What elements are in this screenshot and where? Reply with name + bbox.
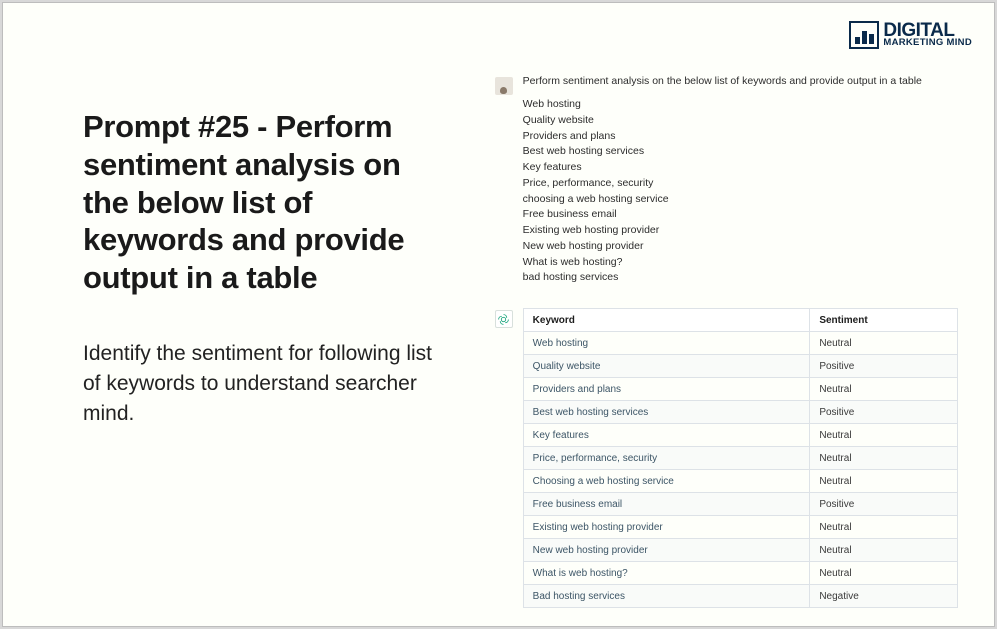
ai-avatar-icon xyxy=(495,310,513,328)
slide-subtitle: Identify the sentiment for following lis… xyxy=(83,339,449,428)
cell-sentiment: Neutral xyxy=(810,562,958,585)
table-body: Web hostingNeutralQuality websitePositiv… xyxy=(523,332,957,608)
table-header-row: Keyword Sentiment xyxy=(523,309,957,332)
table-row: What is web hosting?Neutral xyxy=(523,562,957,585)
table-row: Best web hosting servicesPositive xyxy=(523,401,957,424)
list-item: Free business email xyxy=(523,207,958,223)
cell-keyword: Providers and plans xyxy=(523,378,810,401)
user-message: Perform sentiment analysis on the below … xyxy=(489,71,964,290)
list-item: Web hosting xyxy=(523,97,958,113)
list-item: choosing a web hosting service xyxy=(523,192,958,208)
table-row: Providers and plansNeutral xyxy=(523,378,957,401)
list-item: Existing web hosting provider xyxy=(523,223,958,239)
cell-sentiment: Positive xyxy=(810,493,958,516)
list-item: What is web hosting? xyxy=(523,255,958,271)
cell-sentiment: Negative xyxy=(810,585,958,608)
user-keyword-list: Web hostingQuality websiteProviders and … xyxy=(523,97,958,286)
cell-sentiment: Neutral xyxy=(810,447,958,470)
cell-sentiment: Neutral xyxy=(810,539,958,562)
cell-keyword: Existing web hosting provider xyxy=(523,516,810,539)
table-row: Quality websitePositive xyxy=(523,355,957,378)
cell-keyword: Choosing a web hosting service xyxy=(523,470,810,493)
cell-sentiment: Neutral xyxy=(810,424,958,447)
cell-keyword: Key features xyxy=(523,424,810,447)
cell-keyword: Quality website xyxy=(523,355,810,378)
cell-keyword: Web hosting xyxy=(523,332,810,355)
list-item: Price, performance, security xyxy=(523,176,958,192)
table-row: Price, performance, securityNeutral xyxy=(523,447,957,470)
cell-keyword: What is web hosting? xyxy=(523,562,810,585)
list-item: Best web hosting services xyxy=(523,144,958,160)
cell-sentiment: Neutral xyxy=(810,516,958,539)
ai-message: Keyword Sentiment Web hostingNeutralQual… xyxy=(489,304,964,612)
logo-subtitle: MARKETING MIND xyxy=(883,39,972,47)
table-row: Existing web hosting providerNeutral xyxy=(523,516,957,539)
right-column: Perform sentiment analysis on the below … xyxy=(479,3,994,626)
logo-text: DIGITAL MARKETING MIND xyxy=(883,23,972,47)
left-column: Prompt #25 - Perform sentiment analysis … xyxy=(3,3,479,626)
cell-keyword: New web hosting provider xyxy=(523,539,810,562)
cell-sentiment: Neutral xyxy=(810,332,958,355)
user-avatar-icon xyxy=(495,77,513,95)
cell-sentiment: Positive xyxy=(810,355,958,378)
table-row: Choosing a web hosting serviceNeutral xyxy=(523,470,957,493)
logo-icon xyxy=(849,21,879,49)
slide-container: DIGITAL MARKETING MIND Prompt #25 - Perf… xyxy=(2,2,995,627)
list-item: Key features xyxy=(523,160,958,176)
list-item: Quality website xyxy=(523,113,958,129)
cell-keyword: Best web hosting services xyxy=(523,401,810,424)
cell-keyword: Price, performance, security xyxy=(523,447,810,470)
user-content: Perform sentiment analysis on the below … xyxy=(523,75,958,286)
cell-sentiment: Neutral xyxy=(810,470,958,493)
table-row: Key featuresNeutral xyxy=(523,424,957,447)
cell-keyword: Free business email xyxy=(523,493,810,516)
header-sentiment: Sentiment xyxy=(810,309,958,332)
table-row: New web hosting providerNeutral xyxy=(523,539,957,562)
user-prompt-text: Perform sentiment analysis on the below … xyxy=(523,75,958,87)
slide-title: Prompt #25 - Perform sentiment analysis … xyxy=(83,108,449,297)
cell-sentiment: Positive xyxy=(810,401,958,424)
table-row: Free business emailPositive xyxy=(523,493,957,516)
list-item: New web hosting provider xyxy=(523,239,958,255)
list-item: bad hosting services xyxy=(523,270,958,286)
brand-logo: DIGITAL MARKETING MIND xyxy=(849,21,972,49)
table-row: Web hostingNeutral xyxy=(523,332,957,355)
list-item: Providers and plans xyxy=(523,129,958,145)
table-row: Bad hosting servicesNegative xyxy=(523,585,957,608)
cell-keyword: Bad hosting services xyxy=(523,585,810,608)
sentiment-table: Keyword Sentiment Web hostingNeutralQual… xyxy=(523,308,958,608)
ai-content: Keyword Sentiment Web hostingNeutralQual… xyxy=(523,308,958,608)
header-keyword: Keyword xyxy=(523,309,810,332)
cell-sentiment: Neutral xyxy=(810,378,958,401)
